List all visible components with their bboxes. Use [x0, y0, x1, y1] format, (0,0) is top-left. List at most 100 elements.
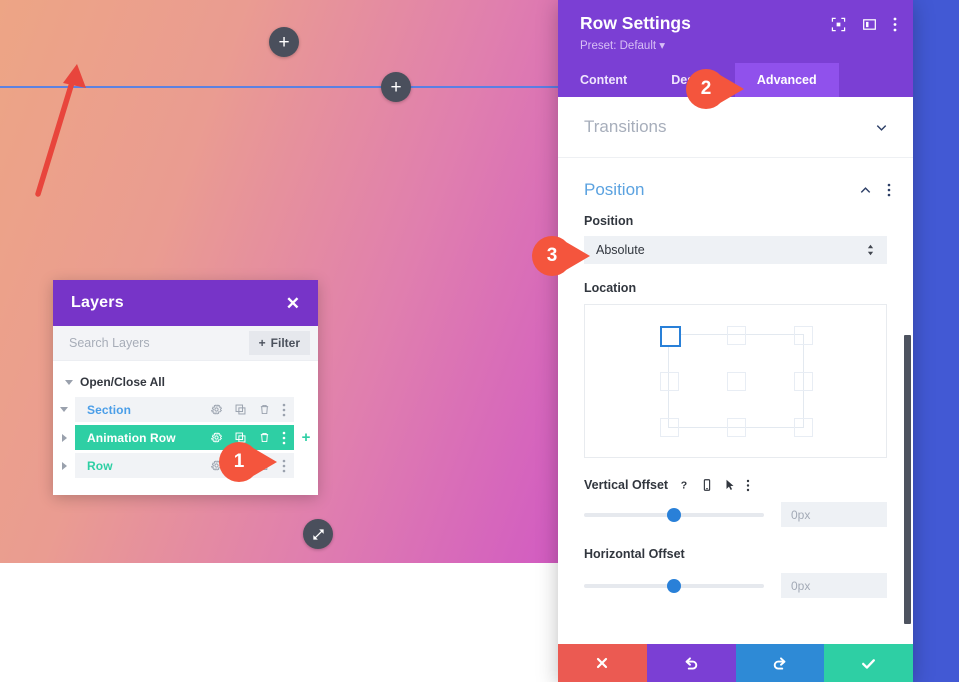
open-close-all-label: Open/Close All [80, 375, 165, 389]
expand-toggle[interactable] [53, 461, 75, 470]
location-cell-top-center[interactable] [726, 326, 746, 346]
callout-number: 2 [700, 78, 712, 99]
search-input[interactable]: Search Layers [69, 336, 150, 350]
chevron-down-icon [65, 379, 73, 385]
plus-icon: + [390, 76, 402, 98]
layer-name: Row [87, 458, 113, 473]
kebab-icon[interactable] [282, 403, 286, 417]
location-cell-top-left[interactable] [659, 326, 681, 348]
close-icon [597, 657, 608, 669]
location-cell-bottom-left[interactable] [659, 418, 679, 438]
field-horizontal-offset: Horizontal Offset 0px [558, 547, 913, 599]
mobile-icon[interactable] [700, 478, 714, 492]
layer-row-actions [210, 403, 286, 417]
layers-panel-title: Layers [71, 294, 124, 311]
preset-selector[interactable]: Preset: Default ▾ [580, 38, 691, 52]
undo-icon [685, 656, 697, 670]
kebab-icon[interactable] [282, 431, 286, 445]
field-label: Vertical Offset [584, 478, 669, 493]
location-picker[interactable] [584, 304, 887, 459]
position-select[interactable]: Absolute [584, 236, 887, 265]
field-location: Location [558, 281, 913, 459]
chevron-down-icon: ▾ [659, 40, 666, 53]
layer-pill[interactable]: Section [75, 397, 294, 422]
preset-label: Preset: Default [580, 40, 657, 53]
callout-number: 3 [546, 245, 558, 266]
page-title: Row Settings [580, 13, 691, 33]
vertical-offset-input[interactable]: 0px [781, 502, 887, 528]
gear-icon[interactable] [210, 403, 223, 416]
add-layer-button[interactable]: + [294, 429, 318, 446]
plus-icon: + [278, 31, 290, 53]
help-icon[interactable]: ? [677, 478, 691, 492]
slider-knob[interactable] [666, 507, 681, 522]
redo-button[interactable] [735, 644, 825, 682]
kebab-icon[interactable] [887, 183, 891, 197]
close-icon[interactable]: ✕ [286, 295, 300, 312]
chevron-updown-icon [866, 243, 875, 257]
vertical-offset-slider[interactable] [584, 507, 764, 522]
tab-content[interactable]: Content [558, 63, 649, 97]
kebab-icon[interactable] [282, 459, 286, 473]
location-cell-middle-right[interactable] [793, 372, 813, 392]
location-cell-middle-left[interactable] [659, 372, 679, 392]
trash-icon[interactable] [258, 403, 271, 416]
section-position-header[interactable]: Position [558, 158, 913, 214]
chevron-down-icon [60, 407, 68, 412]
horizontal-offset-slider[interactable] [584, 578, 764, 593]
chevron-right-icon [61, 461, 67, 470]
callout-number: 1 [233, 451, 245, 472]
resize-diagonal-icon [312, 528, 324, 540]
layers-panel-header: Layers ✕ [53, 280, 318, 326]
svg-text:?: ? [681, 480, 687, 492]
kebab-icon[interactable] [746, 479, 750, 492]
chevron-down-icon[interactable] [874, 120, 889, 135]
duplicate-icon[interactable] [234, 403, 247, 416]
callout-badge-1: 1 [217, 440, 281, 484]
plus-icon: + [258, 336, 266, 350]
expand-toggle[interactable] [53, 433, 75, 442]
kebab-icon[interactable] [893, 17, 897, 32]
field-label: Position [584, 214, 634, 229]
slider-knob[interactable] [666, 578, 681, 593]
field-vertical-offset: Vertical Offset ? 0px [558, 478, 913, 528]
checkmark-icon [862, 658, 876, 669]
add-section-button-top[interactable]: + [269, 27, 299, 57]
panel-scrollbar[interactable] [904, 335, 911, 625]
cancel-button[interactable] [558, 644, 647, 682]
tab-advanced[interactable]: Advanced [734, 63, 839, 98]
callout-badge-2: 2 [684, 67, 748, 111]
layers-search-bar: Search Layers + Filter [53, 326, 318, 361]
callout-badge-3: 3 [530, 234, 594, 278]
position-select-value: Absolute [596, 243, 645, 258]
horizontal-offset-input[interactable]: 0px [781, 573, 887, 599]
location-cell-bottom-right[interactable] [793, 418, 813, 438]
resize-handle-button[interactable] [303, 519, 333, 549]
section-title: Transitions [584, 117, 667, 137]
field-label: Location [584, 281, 637, 296]
panel-action-bar [558, 644, 913, 682]
save-button[interactable] [824, 644, 913, 682]
panel-content-scroll: Transitions Position Position Absolute L… [558, 97, 913, 644]
list-item[interactable]: Section [53, 397, 318, 422]
expand-toggle[interactable] [53, 407, 75, 412]
layer-name: Section [87, 402, 132, 417]
filter-label: Filter [270, 336, 300, 350]
filter-button[interactable]: + Filter [248, 331, 310, 355]
open-close-all-toggle[interactable]: Open/Close All [53, 371, 318, 397]
location-cell-top-right[interactable] [793, 326, 813, 346]
cursor-icon[interactable] [723, 478, 737, 492]
layout-icon[interactable] [862, 17, 877, 32]
focus-icon[interactable] [831, 17, 846, 32]
redo-icon [774, 656, 786, 670]
field-position: Position Absolute [558, 214, 913, 265]
panel-header: Row Settings Preset: Default ▾ [558, 0, 913, 64]
add-row-button[interactable]: + [381, 72, 411, 102]
chevron-up-icon[interactable] [858, 183, 873, 198]
location-grid [659, 326, 813, 438]
section-title: Position [584, 180, 645, 200]
layer-name: Animation Row [87, 430, 176, 445]
undo-button[interactable] [646, 644, 736, 682]
location-cell-center[interactable] [726, 372, 746, 392]
location-cell-bottom-center[interactable] [726, 418, 746, 438]
